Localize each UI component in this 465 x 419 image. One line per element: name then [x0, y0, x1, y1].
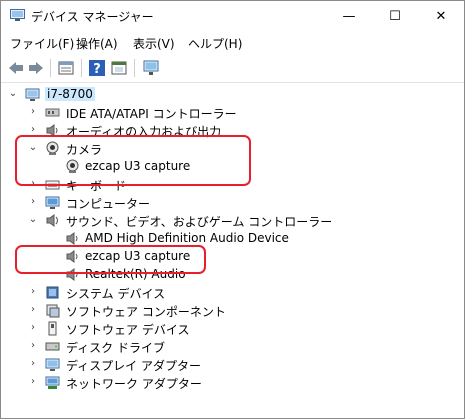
- menu-action[interactable]: 操作(A): [76, 35, 118, 52]
- ide-icon: [45, 108, 60, 117]
- tree-device-label: AMD High Definition Audio Device: [85, 231, 289, 245]
- expand-arrow-icon[interactable]: ›: [27, 285, 39, 299]
- tree-category-label: サウンド、ビデオ、およびゲーム コントローラー: [66, 215, 333, 229]
- component-icon: [46, 304, 60, 318]
- properties-icon[interactable]: [57, 59, 75, 77]
- vertical-scrollbar[interactable]: [447, 83, 464, 418]
- expand-arrow-icon[interactable]: ›: [27, 357, 39, 371]
- menu-bar: ファイル(F) 操作(A) 表示(V) ヘルプ(H): [1, 32, 464, 54]
- back-icon[interactable]: [7, 59, 25, 77]
- tree-category[interactable]: › ネットワーク アダプター: [1, 373, 447, 392]
- tree-category-label: コンピューター: [66, 197, 151, 211]
- close-button[interactable]: ✕: [418, 1, 464, 32]
- tree-category[interactable]: › ソフトウェア デバイス: [1, 319, 447, 338]
- maximize-button[interactable]: ☐: [372, 1, 418, 32]
- software-device-icon: [48, 321, 57, 336]
- tree-category-label: IDE ATA/ATAPI コントローラー: [66, 107, 237, 121]
- toolbar-separator: [50, 59, 51, 77]
- minimize-button[interactable]: —: [326, 1, 372, 32]
- expand-arrow-icon[interactable]: ›: [27, 375, 39, 389]
- menu-view[interactable]: 表示(V): [133, 35, 175, 52]
- tree-root-label: i7-8700: [45, 87, 95, 101]
- expand-arrow-icon[interactable]: ›: [27, 195, 39, 209]
- tree-category-label: ディスク ドライブ: [66, 341, 165, 355]
- svg-text:?: ?: [93, 62, 101, 77]
- tree-category[interactable]: › IDE ATA/ATAPI コントローラー: [1, 103, 447, 122]
- tree-category-label: ソフトウェア コンポーネント: [66, 305, 226, 319]
- help-icon[interactable]: ?: [88, 59, 106, 77]
- tree-category[interactable]: › ディスク ドライブ: [1, 337, 447, 356]
- window-title: デバイス マネージャー: [31, 10, 154, 24]
- sound-ezcap-highlight-box: [15, 245, 206, 274]
- tree-category[interactable]: › ソフトウェア コンポーネント: [1, 301, 447, 320]
- tree-category[interactable]: › コンピューター: [1, 193, 447, 212]
- title-bar: デバイス マネージャー — ☐ ✕: [1, 1, 464, 32]
- tree-category-label: ソフトウェア デバイス: [66, 323, 190, 337]
- collapse-arrow-icon[interactable]: ⌄: [7, 87, 19, 101]
- forward-icon[interactable]: [27, 59, 45, 77]
- menu-help[interactable]: ヘルプ(H): [188, 35, 242, 52]
- sound-icon: [46, 214, 58, 227]
- toolbar-separator: [134, 59, 135, 77]
- tree-category[interactable]: › システム デバイス: [1, 283, 447, 302]
- disk-icon: [45, 342, 60, 351]
- expand-arrow-icon[interactable]: ›: [27, 321, 39, 335]
- tree-category[interactable]: ⌄ サウンド、ビデオ、およびゲーム コントローラー: [1, 211, 447, 230]
- expand-arrow-icon[interactable]: ›: [27, 339, 39, 353]
- scan-hardware-icon[interactable]: [142, 59, 160, 77]
- display-icon: [45, 358, 60, 371]
- collapse-arrow-icon[interactable]: ⌄: [27, 213, 39, 227]
- menu-file[interactable]: ファイル(F): [10, 35, 74, 52]
- expand-arrow-icon[interactable]: ›: [27, 303, 39, 317]
- speaker-icon: [66, 232, 78, 245]
- tree-category-label: システム デバイス: [66, 287, 166, 301]
- network-icon: [45, 376, 60, 389]
- toolbar-separator: [81, 59, 82, 77]
- tree-category-label: ディスプレイ アダプター: [66, 359, 201, 373]
- tree-category[interactable]: › ディスプレイ アダプター: [1, 355, 447, 374]
- computer-icon: [25, 88, 40, 101]
- system-icon: [46, 286, 59, 299]
- device-manager-window: デバイス マネージャー — ☐ ✕ ファイル(F) 操作(A) 表示(V) ヘル…: [0, 0, 465, 419]
- toolbar: ?: [1, 54, 464, 83]
- tree-category-label: ネットワーク アダプター: [66, 377, 202, 391]
- computer-icon: [45, 196, 60, 209]
- camera-highlight-box: [15, 135, 251, 186]
- expand-arrow-icon[interactable]: ›: [27, 105, 39, 119]
- device-manager-app-icon: [10, 9, 25, 21]
- tree-root[interactable]: ⌄ i7-8700: [1, 85, 447, 104]
- update-driver-icon[interactable]: [110, 59, 128, 77]
